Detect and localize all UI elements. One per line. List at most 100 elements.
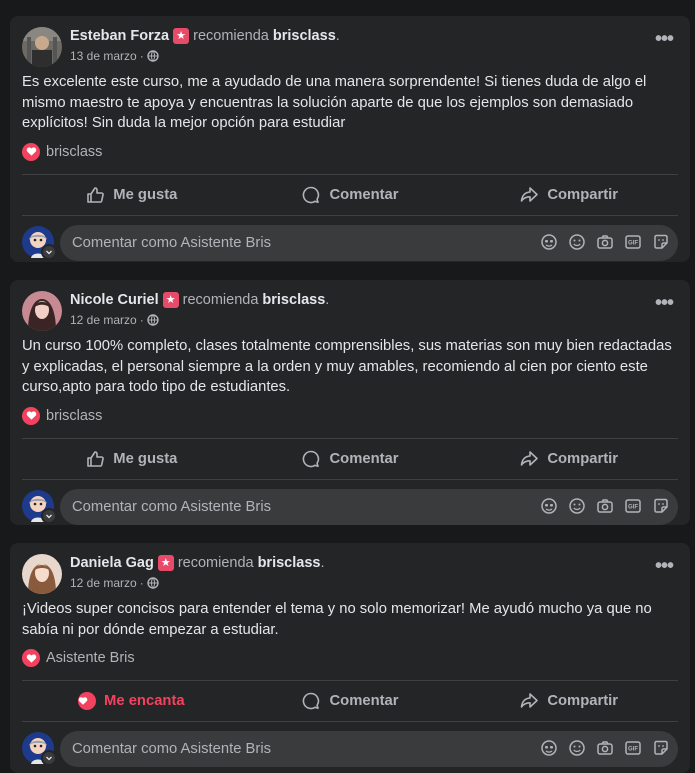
gif-icon[interactable]: GIF <box>624 233 642 251</box>
love-label: Me encanta <box>104 693 185 709</box>
camera-icon[interactable] <box>596 233 614 251</box>
commenter-avatar[interactable] <box>22 732 57 766</box>
comment-tools: GIF <box>540 233 670 251</box>
share-button[interactable]: Compartir <box>459 439 678 479</box>
post-card: Nicole Curiel ★ recomienda brisclass. 12… <box>10 280 690 525</box>
comment-placeholder: Comentar como Asistente Bris <box>72 741 272 757</box>
emoji-icon[interactable] <box>568 233 586 251</box>
recommends-text: recomienda <box>177 555 254 571</box>
like-button[interactable]: Me gusta <box>22 439 241 479</box>
love-button[interactable]: Me encanta <box>22 681 241 721</box>
comment-input[interactable]: Comentar como Asistente Bris GIF <box>60 731 678 767</box>
post-header: Esteban Forza ★ recomienda brisclass. 13… <box>10 16 690 72</box>
share-button[interactable]: Compartir <box>459 175 678 215</box>
like-button[interactable]: Me gusta <box>22 175 241 215</box>
reaction-tag[interactable]: brisclass <box>10 404 690 428</box>
post-body: Un curso 100% completo, clases totalment… <box>22 338 672 395</box>
commenter-avatar[interactable] <box>22 489 57 524</box>
emoji-icon[interactable] <box>568 497 586 515</box>
thumbs-up-icon <box>87 450 105 467</box>
camera-icon[interactable] <box>596 497 614 515</box>
comment-button[interactable]: Comentar <box>241 175 460 215</box>
emoji-icon[interactable] <box>568 739 586 757</box>
post-title-line: Nicole Curiel ★ recomienda brisclass. <box>70 292 329 308</box>
reaction-tag[interactable]: brisclass <box>10 140 690 164</box>
action-bar: Me encanta Comentar Compartir <box>22 680 678 722</box>
star-badge-icon: ★ <box>173 28 190 44</box>
reaction-tag-label: Asistente Bris <box>46 650 135 666</box>
comment-composer: Comentar como Asistente Bris GIF <box>10 480 690 526</box>
comment-input[interactable]: Comentar como Asistente Bris GIF <box>60 224 678 261</box>
share-label: Compartir <box>547 186 619 203</box>
recommends-text: recomienda <box>193 28 269 44</box>
star-badge-icon: ★ <box>157 555 174 571</box>
title-end: . <box>320 555 325 571</box>
meta-separator: · <box>139 313 144 327</box>
star-badge-icon: ★ <box>162 292 179 308</box>
post-meta: 13 de marzo · <box>70 49 159 63</box>
meta-separator: · <box>139 49 144 63</box>
page-name-link[interactable]: brisclass <box>262 292 325 308</box>
author-avatar[interactable] <box>22 291 62 331</box>
reaction-tag-label: brisclass <box>46 407 103 424</box>
reaction-tag-label: brisclass <box>46 143 103 160</box>
post-date[interactable]: 12 de marzo <box>70 576 137 590</box>
reaction-tag[interactable]: Asistente Bris <box>10 646 690 670</box>
commenter-avatar[interactable] <box>22 225 57 260</box>
avatar-sticker-icon[interactable] <box>540 739 558 757</box>
comment-button[interactable]: Comentar <box>241 439 460 479</box>
action-bar: Me gusta Comentar Compartir <box>22 437 678 480</box>
gif-icon[interactable]: GIF <box>624 739 642 757</box>
comment-input[interactable]: Comentar como Asistente Bris GIF <box>60 488 678 525</box>
post-body: Es excelente este curso, me a ayudado de… <box>22 74 647 131</box>
camera-icon[interactable] <box>596 739 614 757</box>
globe-icon <box>147 314 159 326</box>
heart-icon <box>22 142 40 161</box>
avatar-sticker-icon[interactable] <box>540 497 558 515</box>
thumbs-up-icon <box>87 186 105 203</box>
action-bar: Me gusta Comentar Compartir <box>22 173 678 216</box>
post-title-line: Esteban Forza ★ recomienda brisclass. <box>70 28 340 44</box>
author-name[interactable]: Nicole Curiel <box>70 292 159 308</box>
post-card: Esteban Forza ★ recomienda brisclass. 13… <box>10 16 690 262</box>
svg-text:GIF: GIF <box>628 747 638 753</box>
title-end: . <box>335 28 340 44</box>
share-label: Compartir <box>547 693 619 709</box>
author-avatar[interactable] <box>22 27 62 67</box>
comment-placeholder: Comentar como Asistente Bris <box>72 234 272 251</box>
post-header: Nicole Curiel ★ recomienda brisclass. 12… <box>10 280 690 336</box>
gif-icon[interactable]: GIF <box>624 497 642 515</box>
comment-label: Comentar <box>329 693 399 709</box>
share-icon <box>521 186 539 202</box>
author-name[interactable]: Daniela Gag <box>70 555 154 571</box>
recommends-text: recomienda <box>182 292 259 308</box>
share-icon <box>521 450 539 466</box>
author-avatar[interactable] <box>22 554 62 594</box>
comment-icon <box>303 186 320 203</box>
chevron-down-icon[interactable] <box>41 750 57 766</box>
share-button[interactable]: Compartir <box>459 681 678 721</box>
more-options-icon[interactable]: ••• <box>652 556 676 581</box>
post-date[interactable]: 13 de marzo <box>70 49 137 63</box>
sticker-icon[interactable] <box>652 497 670 515</box>
meta-separator: · <box>139 576 144 590</box>
more-options-icon[interactable]: ••• <box>652 29 676 54</box>
like-label: Me gusta <box>113 450 178 467</box>
page-name-link[interactable]: brisclass <box>258 555 321 571</box>
post-header: Daniela Gag ★ recomienda brisclass. 12 d… <box>10 543 690 599</box>
chevron-down-icon[interactable] <box>41 507 57 524</box>
comment-label: Comentar <box>329 450 399 467</box>
chevron-down-icon[interactable] <box>41 243 57 260</box>
sticker-icon[interactable] <box>652 233 670 251</box>
comment-button[interactable]: Comentar <box>241 681 460 721</box>
author-name[interactable]: Esteban Forza <box>70 28 169 44</box>
comment-tools: GIF <box>540 497 670 515</box>
heart-icon <box>78 692 97 710</box>
post-meta: 12 de marzo · <box>70 576 159 590</box>
sticker-icon[interactable] <box>652 739 670 757</box>
more-options-icon[interactable]: ••• <box>652 293 676 318</box>
avatar-sticker-icon[interactable] <box>540 233 558 251</box>
page-name-link[interactable]: brisclass <box>273 28 336 44</box>
comment-placeholder: Comentar como Asistente Bris <box>72 498 272 515</box>
post-date[interactable]: 12 de marzo <box>70 313 137 327</box>
